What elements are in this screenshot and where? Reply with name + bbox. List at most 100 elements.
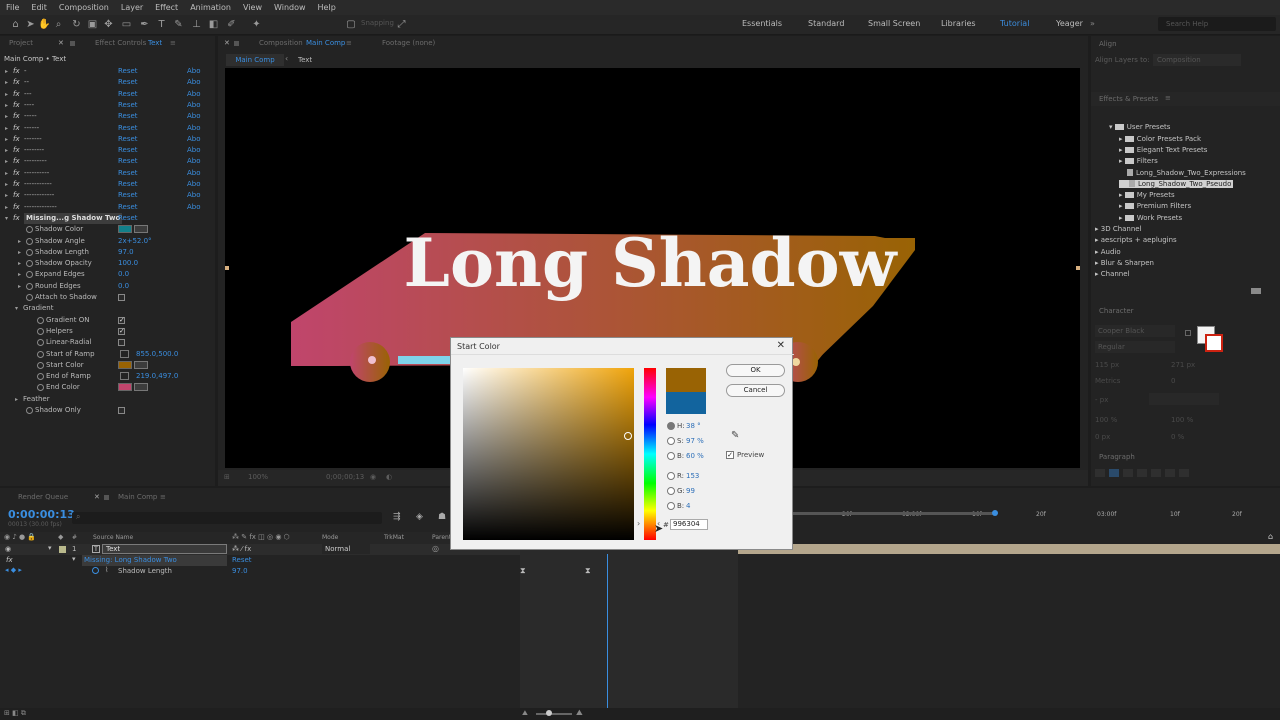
reset-link[interactable]: Reset [118, 89, 138, 100]
snapshot-icon[interactable]: ◉ [370, 473, 376, 481]
stopwatch-icon[interactable] [26, 237, 33, 245]
reset-link[interactable]: Reset [118, 100, 138, 111]
expand-triangle-icon[interactable]: ▸ [18, 247, 21, 258]
reset-link[interactable]: Reset [118, 156, 138, 167]
stopwatch-icon[interactable] [26, 248, 33, 256]
missing-effect-name[interactable]: Missing...g Shadow Two [24, 212, 123, 224]
close-icon[interactable]: ✕ [94, 490, 100, 504]
expand-triangle-icon[interactable]: ▸ [15, 394, 18, 405]
preset-folder[interactable]: ▸ Work Presets [1119, 214, 1182, 222]
layer-label-color[interactable] [59, 546, 66, 553]
property-value[interactable]: 0.0 [118, 269, 129, 280]
tab-effect-controls[interactable]: Effect Controls [95, 36, 146, 50]
menu-window[interactable]: Window [268, 3, 312, 12]
stopwatch-icon[interactable] [26, 260, 33, 268]
show-channel-icon[interactable]: ◐ [386, 473, 392, 481]
workspace-small-screen[interactable]: Small Screen [868, 19, 920, 28]
panel-menu-icon[interactable]: ≡ [346, 36, 352, 50]
zoom-level[interactable]: 100% [248, 473, 268, 481]
preset-folder[interactable]: ▸ Color Presets Pack [1119, 135, 1201, 143]
crosshair-icon[interactable] [120, 349, 129, 358]
effect-row[interactable]: ▸ fx ----- Reset Abo [0, 111, 215, 122]
preset-item[interactable]: Long_Shadow_Two_Pseudo [1119, 179, 1234, 188]
crumb-text[interactable]: Text [298, 56, 312, 64]
eyedropper-icon[interactable] [134, 360, 148, 369]
reset-link[interactable]: Reset [118, 190, 138, 201]
workspace-tutorial[interactable]: Tutorial [1000, 19, 1029, 28]
layer-search-input[interactable]: ⌕ [72, 512, 382, 524]
about-link[interactable]: Abo [187, 89, 201, 100]
keyframe-nav-icon[interactable]: ◂ ◆ ▸ [5, 566, 22, 574]
align-left-icon[interactable] [1095, 469, 1105, 477]
align-center-icon[interactable] [1109, 469, 1119, 477]
panel-menu-icon[interactable]: ≡ [1165, 94, 1171, 102]
about-link[interactable]: Abo [187, 145, 201, 156]
preset-folder[interactable]: ▾ User Presets [1109, 123, 1170, 131]
property-row[interactable]: End Color [0, 382, 215, 393]
preview-checkbox[interactable]: ✓ [726, 451, 734, 459]
stopwatch-icon[interactable] [37, 373, 44, 381]
cancel-button[interactable]: Cancel [726, 384, 785, 397]
original-color-swatch[interactable] [666, 392, 706, 414]
reset-link[interactable]: Reset [118, 123, 138, 134]
about-link[interactable]: Abo [187, 111, 201, 122]
reset-link[interactable]: Reset [232, 556, 252, 564]
viewer-magnify-icon[interactable]: ⊞ [224, 473, 230, 481]
about-link[interactable]: Abo [187, 179, 201, 190]
property-checkbox[interactable] [118, 294, 125, 301]
tab-footage[interactable]: Footage (none) [382, 36, 435, 50]
rotate-tool-icon[interactable]: ↻ [70, 18, 83, 31]
point-value[interactable]: 219.0,497.0 [136, 371, 178, 382]
expand-triangle-icon[interactable]: ▸ [5, 89, 8, 100]
tab-project[interactable]: Project [9, 36, 33, 50]
eraser-tool-icon[interactable]: ◧ [207, 18, 220, 31]
expand-triangle-icon[interactable]: ▸ [5, 168, 8, 179]
menu-view[interactable]: View [237, 3, 268, 12]
stopwatch-icon[interactable] [26, 407, 33, 414]
hand-tool-icon[interactable]: ✋ [38, 18, 51, 31]
property-checkbox[interactable] [118, 315, 125, 326]
reset-link[interactable]: Reset [118, 179, 138, 190]
draft-3d-icon[interactable]: ◈ [416, 512, 423, 522]
layer-duration-bar[interactable] [738, 544, 1280, 554]
zoom-tool-icon[interactable]: ⌕ [52, 18, 65, 31]
menu-layer[interactable]: Layer [115, 3, 149, 12]
parent-column[interactable]: Parent [432, 534, 451, 541]
eyedropper-icon[interactable] [134, 225, 148, 234]
stroke-style-dropdown[interactable] [1149, 393, 1219, 405]
stopwatch-icon[interactable] [92, 567, 99, 574]
kerning-field[interactable]: Metrics [1095, 377, 1120, 385]
layer-bound-handle[interactable] [1076, 266, 1080, 270]
justify-center-icon[interactable] [1151, 469, 1161, 477]
property-row[interactable]: ▸ Expand Edges 0.0 [0, 269, 215, 280]
search-help-input[interactable]: Search Help [1158, 17, 1276, 31]
property-row[interactable]: Attach to Shadow [0, 292, 215, 303]
stopwatch-icon[interactable] [37, 361, 44, 369]
panel-menu-icon[interactable]: ≡ [160, 490, 166, 504]
hue-radio[interactable] [667, 422, 675, 430]
expand-triangle-icon[interactable]: ▸ [5, 156, 8, 167]
about-link[interactable]: Abo [187, 156, 201, 167]
zoom-slider[interactable] [536, 713, 572, 715]
eyedropper-icon[interactable] [134, 383, 148, 392]
preset-folder[interactable]: ▸ Elegant Text Presets [1119, 146, 1207, 154]
zoom-in-icon[interactable]: ⛰ [576, 708, 583, 718]
ramp-start-handle[interactable] [792, 358, 800, 366]
effect-row[interactable]: ▸ fx -- Reset Abo [0, 77, 215, 88]
clone-stamp-tool-icon[interactable]: ⊥ [190, 18, 203, 31]
zoom-out-icon[interactable]: ⛰ [522, 709, 528, 718]
justify-all-icon[interactable] [1179, 469, 1189, 477]
brush-tool-icon[interactable]: ✎ [172, 18, 185, 31]
expand-triangle-icon[interactable]: ▸ [5, 134, 8, 145]
color-swatch[interactable] [118, 383, 132, 392]
current-time-display[interactable]: 0:00:00:13 [8, 508, 75, 521]
color-swatch[interactable] [118, 360, 132, 369]
align-right-icon[interactable] [1123, 469, 1133, 477]
mode-column[interactable]: Mode [322, 534, 338, 541]
property-row[interactable]: Shadow Color [0, 224, 215, 235]
new-preset-icon[interactable] [1251, 288, 1261, 294]
property-value[interactable]: 2x+52.0° [118, 236, 152, 247]
feather-group[interactable]: ▸ Feather [0, 394, 215, 405]
shy-layers-icon[interactable]: ☗ [438, 512, 446, 522]
justify-right-icon[interactable] [1165, 469, 1175, 477]
